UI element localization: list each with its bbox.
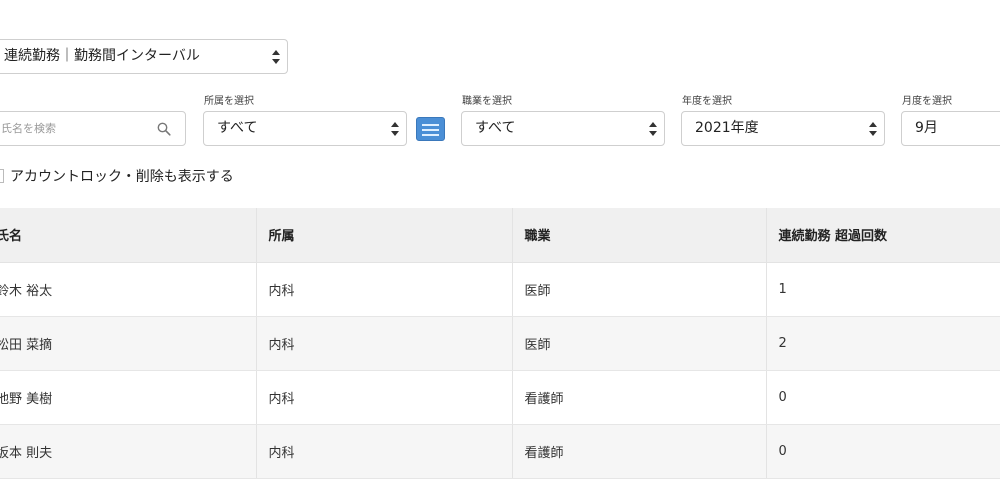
cell-overtime-count: 2 [766, 316, 1000, 371]
search-icon[interactable] [157, 122, 171, 136]
column-header-name[interactable]: 氏名 [0, 208, 257, 263]
cell-occupation: 医師 [512, 316, 767, 371]
department-filter-label: 所属を選択 [204, 96, 254, 107]
year-select[interactable]: 2021年度 [681, 111, 885, 146]
table-row[interactable]: 松田 菜摘 内科 医師 2 [0, 316, 1000, 371]
column-header-occupation[interactable]: 職業 [512, 208, 767, 263]
table-row[interactable]: 坂本 則夫 内科 看護師 0 [0, 424, 1000, 479]
year-filter-label: 年度を選択 [682, 96, 732, 107]
table-header-row: 氏名 所属 職業 連続勤務 超過回数 [0, 208, 1000, 263]
month-select-value: 9月 [915, 120, 938, 136]
chevron-updown-icon [391, 122, 399, 136]
show-locked-label: アカウントロック・削除も表示する [10, 169, 234, 185]
cell-occupation: 医師 [512, 262, 767, 317]
table-row[interactable]: 鈴木 裕太 内科 医師 1 [0, 262, 1000, 317]
show-locked-checkbox[interactable] [0, 169, 4, 183]
column-header-overtime-count[interactable]: 連続勤務 超過回数 [766, 208, 1000, 263]
cell-department: 内科 [256, 316, 513, 371]
cell-department: 内科 [256, 262, 513, 317]
cell-name: 鈴木 裕太 [0, 262, 257, 317]
list-icon [422, 124, 439, 126]
show-locked-deleted-toggle[interactable]: アカウントロック・削除も表示する [0, 165, 234, 187]
occupation-select-value: すべて [475, 120, 516, 136]
cell-overtime-count: 0 [766, 370, 1000, 425]
cell-occupation: 看護師 [512, 424, 767, 479]
department-select-value: すべて [217, 120, 258, 136]
cell-name: 松田 菜摘 [0, 316, 257, 371]
occupation-filter-label: 職業を選択 [462, 96, 512, 107]
cell-department: 内科 [256, 370, 513, 425]
chevron-updown-icon [869, 122, 877, 136]
name-search-input[interactable] [0, 112, 141, 145]
cell-name: 池野 美樹 [0, 370, 257, 425]
report-type-value: 連続勤務｜勤務間インターバル [4, 48, 200, 64]
cell-department: 内科 [256, 424, 513, 479]
chevron-updown-icon [649, 122, 657, 136]
chevron-updown-icon [272, 50, 280, 64]
department-select[interactable]: すべて [203, 111, 407, 146]
staff-table: 氏名 所属 職業 連続勤務 超過回数 鈴木 裕太 内科 医師 1 松田 菜摘 内… [0, 208, 1000, 479]
cell-occupation: 看護師 [512, 370, 767, 425]
table-row[interactable]: 池野 美樹 内科 看護師 0 [0, 370, 1000, 425]
cell-name: 坂本 則夫 [0, 424, 257, 479]
occupation-select[interactable]: すべて [461, 111, 665, 146]
cell-overtime-count: 0 [766, 424, 1000, 479]
report-type-select[interactable]: 連続勤務｜勤務間インターバル [0, 39, 288, 74]
cell-overtime-count: 1 [766, 262, 1000, 317]
list-view-button[interactable] [416, 117, 445, 141]
name-search-box [0, 111, 186, 146]
page: 連続勤務｜勤務間インターバル 所属を選択 職業を選択 年度を選択 月度を選択 す… [0, 0, 1000, 480]
month-filter-label: 月度を選択 [902, 96, 952, 107]
month-select[interactable]: 9月 [901, 111, 1000, 146]
column-header-department[interactable]: 所属 [256, 208, 513, 263]
year-select-value: 2021年度 [695, 120, 759, 136]
